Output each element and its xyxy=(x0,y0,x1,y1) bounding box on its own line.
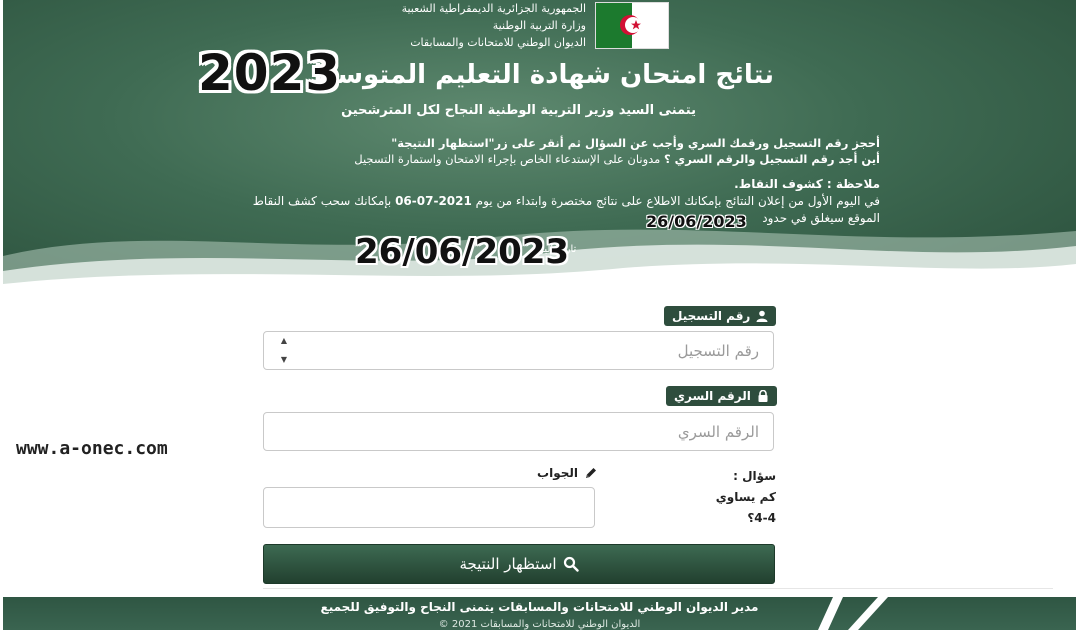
note-close-notice: الموقع سيغلق في حدود xyxy=(762,211,880,225)
org-line-ministry: وزارة التربية الوطنية xyxy=(492,19,586,32)
number-spinner[interactable]: ▲ ▼ xyxy=(279,336,289,364)
date-overlay-small: 26/06/2023 xyxy=(646,212,747,231)
note-text-b: بإمكانك سحب كشف النقاط xyxy=(252,194,396,208)
instruction-line-1: أحجز رقم التسجيل ورقمك السري وأجب عن الس… xyxy=(391,136,880,150)
spin-up-icon[interactable]: ▲ xyxy=(281,336,287,345)
spin-down-icon[interactable]: ▼ xyxy=(281,355,287,364)
note-block: ملاحظة : كشوف النقاط. في اليوم الأول من … xyxy=(180,176,880,227)
org-line-republic: الجمهورية الجزائرية الديمقراطية الشعبية xyxy=(401,2,586,15)
note-text-a: في اليوم الأول من إعلان النتائج بإمكانك … xyxy=(471,194,880,208)
secret-number-label-text: الرقم السري xyxy=(674,389,751,403)
search-icon xyxy=(563,556,579,572)
divider xyxy=(263,588,1053,589)
note-date: 2021-07-06 xyxy=(395,194,472,208)
reg-number-label: رقم التسجيل xyxy=(664,306,777,326)
show-result-label: استظهار النتيجة xyxy=(459,555,557,573)
reg-number-input[interactable] xyxy=(263,331,774,370)
algeria-flag xyxy=(595,2,669,49)
minister-wish: يتمنى السيد وزير التربية الوطنية النجاح … xyxy=(341,103,696,118)
lock-icon xyxy=(758,390,768,402)
instructions: أحجز رقم التسجيل ورقمك السري وأجب عن الس… xyxy=(180,135,880,167)
instruction-answer: مدونان على الإستدعاء الخاص بإجراء الامتح… xyxy=(354,152,664,166)
reg-number-label-text: رقم التسجيل xyxy=(672,309,751,323)
site-watermark: www.a-onec.com xyxy=(16,438,168,459)
secret-number-label: الرقم السري xyxy=(666,386,777,406)
answer-label-text: الجواب xyxy=(537,466,578,480)
date-overlay-big: 26/06/2023 xyxy=(355,232,570,272)
note-title: ملاحظة : كشوف النقاط. xyxy=(734,177,880,191)
question-label: سؤال : xyxy=(733,469,776,483)
answer-label: الجواب xyxy=(520,466,598,480)
year-overlay: 2023 xyxy=(198,44,342,102)
footer-message: مدير الديوان الوطني للامتحانات والمسابقا… xyxy=(320,600,759,614)
answer-input[interactable] xyxy=(263,487,595,528)
show-result-button[interactable]: استظهار النتيجة xyxy=(263,544,775,584)
user-icon xyxy=(756,310,768,322)
instruction-question: أين أجد رقم التسجيل والرقم السري ؟ xyxy=(663,152,880,166)
question-text: كم يساوي 4-4؟ xyxy=(715,490,776,525)
footer-copyright: الديوان الوطني للامتحانات والمسابقات 202… xyxy=(438,619,641,630)
question-block: سؤال : كم يساوي 4-4؟ xyxy=(700,466,776,529)
secret-number-input[interactable] xyxy=(263,412,774,451)
footer: مدير الديوان الوطني للامتحانات والمسابقا… xyxy=(3,597,1076,630)
pencil-icon xyxy=(586,468,596,478)
